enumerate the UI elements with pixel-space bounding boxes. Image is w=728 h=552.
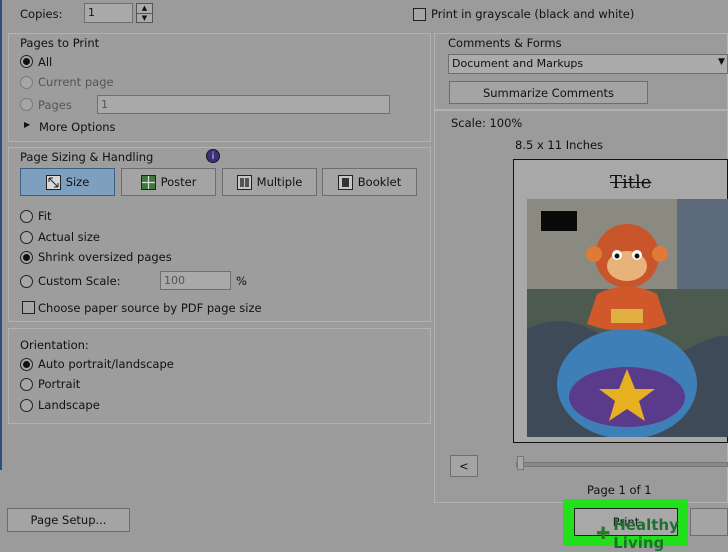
poster-label: Poster [160, 175, 197, 189]
orientation-title: Orientation: [20, 338, 89, 352]
booklet-button[interactable]: Booklet [322, 168, 417, 196]
choose-paper-checkbox[interactable] [22, 301, 35, 314]
stepper-up-icon[interactable]: ▲ [137, 4, 152, 14]
paper-size-label: 8.5 x 11 Inches [515, 138, 604, 152]
shrink-oversized-radio[interactable] [20, 251, 33, 264]
multiple-label: Multiple [256, 175, 303, 189]
booklet-icon [337, 174, 353, 190]
grayscale-label: Print in grayscale (black and white) [431, 7, 635, 21]
size-icon [45, 174, 61, 190]
preview-photo [527, 199, 728, 437]
multiple-button[interactable]: Multiple [222, 168, 317, 196]
copies-label: Copies: [20, 7, 63, 21]
page-sizing-title: Page Sizing & Handling [20, 150, 154, 164]
poster-button[interactable]: Poster [121, 168, 216, 196]
comments-forms-title: Comments & Forms [448, 36, 562, 50]
page-slider-thumb[interactable] [517, 456, 524, 470]
page-setup-button[interactable]: Page Setup... [7, 508, 130, 532]
landscape-label: Landscape [38, 398, 100, 412]
summarize-comments-button[interactable]: Summarize Comments [449, 81, 648, 104]
pages-to-print-title: Pages to Print [20, 36, 100, 50]
dropdown-chevron-icon[interactable]: ▼ [718, 57, 725, 67]
pages-range-input[interactable]: 1 [97, 95, 390, 114]
landscape-radio[interactable] [20, 399, 33, 412]
page-count-label: Page 1 of 1 [587, 483, 652, 497]
poster-icon [140, 174, 156, 190]
fit-radio[interactable] [20, 210, 33, 223]
auto-orientation-label: Auto portrait/landscape [38, 357, 174, 371]
grayscale-checkbox[interactable] [413, 8, 426, 21]
portrait-label: Portrait [38, 377, 81, 391]
multiple-icon [236, 174, 252, 190]
fit-label: Fit [38, 209, 52, 223]
comments-forms-select[interactable]: Document and Markups [448, 54, 728, 74]
booklet-label: Booklet [357, 175, 402, 189]
page-slider-track[interactable] [516, 462, 728, 467]
pages-label: Pages [38, 98, 72, 112]
size-label: Size [65, 175, 90, 189]
all-radio[interactable] [20, 55, 33, 68]
actual-size-label: Actual size [38, 230, 100, 244]
watermark-text: Healthy Living [613, 516, 679, 552]
expand-triangle-icon[interactable]: ▶ [24, 120, 30, 129]
watermark: ✚ Healthy Living [596, 516, 728, 552]
plus-icon: ✚ [596, 524, 611, 544]
current-page-label: Current page [38, 75, 114, 89]
scale-label: Scale: 100% [451, 116, 523, 130]
current-page-radio[interactable] [20, 76, 33, 89]
auto-orientation-radio[interactable] [20, 358, 33, 371]
custom-scale-label: Custom Scale: [38, 274, 121, 288]
preview-doc-title: Title [610, 172, 652, 193]
stepper-down-icon[interactable]: ▼ [137, 14, 152, 23]
copies-input[interactable]: 1 [84, 3, 133, 23]
choose-paper-label: Choose paper source by PDF page size [38, 301, 262, 315]
info-icon[interactable]: i [206, 149, 220, 163]
page-preview: Title [513, 159, 728, 443]
pages-radio[interactable] [20, 98, 33, 111]
portrait-radio[interactable] [20, 378, 33, 391]
actual-size-radio[interactable] [20, 231, 33, 244]
window-edge [0, 0, 2, 470]
all-label: All [38, 55, 53, 69]
size-button[interactable]: Size [20, 168, 115, 196]
custom-scale-input[interactable]: 100 [160, 271, 231, 290]
previous-page-button[interactable]: < [450, 455, 478, 477]
custom-scale-radio[interactable] [20, 275, 33, 288]
shrink-oversized-label: Shrink oversized pages [38, 250, 172, 264]
more-options-link[interactable]: More Options [39, 120, 116, 134]
copies-stepper[interactable]: ▲ ▼ [136, 3, 153, 23]
percent-label: % [236, 274, 247, 288]
